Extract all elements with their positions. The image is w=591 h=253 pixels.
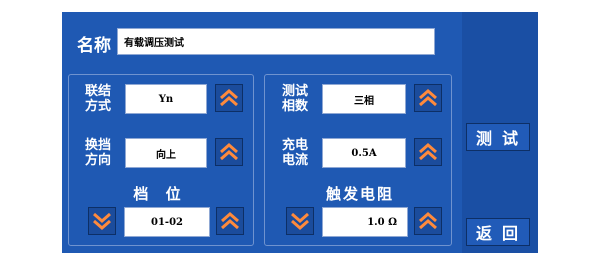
tap-up-button[interactable] [216, 207, 244, 235]
chevron-up-icon [419, 89, 437, 107]
name-field[interactable]: 有载调压测试 [117, 28, 435, 55]
test-button[interactable]: 测试 [466, 123, 530, 151]
name-label: 名称 [77, 36, 111, 56]
phase-up-button[interactable] [414, 84, 442, 112]
direction-label: 换挡 方向 [84, 138, 111, 168]
chevron-up-icon [220, 89, 238, 107]
tap-field[interactable]: 01-02 [124, 207, 210, 237]
current-field[interactable]: 0.5A [322, 138, 406, 168]
trigger-caption: 触发电阻 [325, 185, 394, 203]
direction-field[interactable]: 向上 [125, 138, 207, 168]
trigger-up-button[interactable] [414, 207, 442, 235]
connection-field[interactable]: Yn [125, 84, 207, 114]
direction-up-button[interactable] [215, 138, 243, 166]
trigger-field[interactable]: 1.0 Ω [322, 207, 408, 237]
phase-field[interactable]: 三相 [322, 84, 406, 114]
trigger-down-button[interactable] [286, 207, 314, 235]
current-label: 充电 电流 [281, 138, 308, 168]
connection-label: 联结 方式 [84, 84, 111, 114]
phase-label: 测试 相数 [281, 84, 308, 114]
tap-down-button[interactable] [88, 207, 116, 235]
chevron-up-icon [221, 212, 239, 230]
current-up-button[interactable] [414, 138, 442, 166]
chevron-down-icon [93, 212, 111, 230]
connection-up-button[interactable] [215, 84, 243, 112]
tap-caption: 档 位 [133, 185, 187, 203]
back-button[interactable]: 返回 [466, 218, 530, 246]
chevron-up-icon [419, 143, 437, 161]
chevron-up-icon [419, 212, 437, 230]
chevron-down-icon [291, 212, 309, 230]
chevron-up-icon [220, 143, 238, 161]
